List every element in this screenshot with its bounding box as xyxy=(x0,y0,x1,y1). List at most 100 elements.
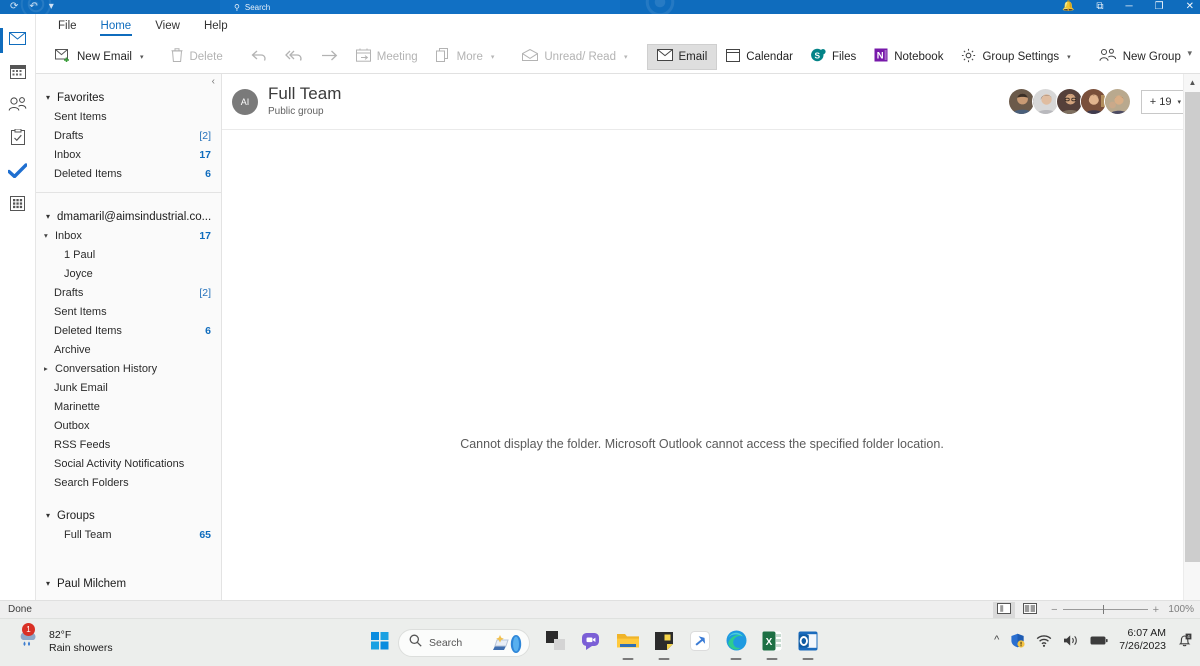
zoom-slider-thumb[interactable] xyxy=(1102,605,1105,614)
vertical-scrollbar[interactable]: ▲ ▼ xyxy=(1183,74,1200,618)
zoom-in-button[interactable]: + xyxy=(1153,604,1159,616)
notifications-icon[interactable]: 🔔 xyxy=(1062,2,1074,12)
outlook-button[interactable] xyxy=(790,625,826,661)
chevron-down-icon[interactable]: ▾ xyxy=(1187,48,1192,59)
rail-item-calendar[interactable] xyxy=(0,57,36,90)
zoom-out-button[interactable]: − xyxy=(1051,604,1057,616)
new-email-button[interactable]: New Email ▾ xyxy=(46,44,152,70)
security-shield-icon[interactable] xyxy=(1010,633,1025,648)
clock[interactable]: 6:07 AM 7/26/2023 xyxy=(1119,627,1166,653)
folder-group-account[interactable]: ▾ dmamaril@aimsindustrial.co... xyxy=(36,207,221,226)
folder-item-drafts[interactable]: Drafts [2] xyxy=(36,126,221,145)
sticky-notes-button[interactable] xyxy=(646,625,682,661)
notification-bell-icon[interactable]: 4 xyxy=(1177,633,1192,648)
wifi-icon[interactable] xyxy=(1036,634,1052,647)
folder-item-1-paul[interactable]: 1 Paul xyxy=(36,245,221,264)
weather-widget[interactable]: 1 82°F Rain showers xyxy=(18,623,113,655)
folder-item-outbox[interactable]: Outbox xyxy=(36,416,221,435)
chevron-down-icon[interactable]: ▾ xyxy=(44,231,53,240)
folder-item-archive[interactable]: Archive xyxy=(36,340,221,359)
rail-item-tasks[interactable] xyxy=(0,123,36,156)
taskbar-search[interactable]: Search xyxy=(398,629,530,657)
chevron-down-icon[interactable]: ▾ xyxy=(140,53,144,61)
chevron-left-icon[interactable]: ‹ xyxy=(212,74,215,90)
windows-start-button[interactable] xyxy=(362,625,398,661)
rail-item-more-apps[interactable] xyxy=(0,189,36,222)
folder-item-inbox[interactable]: Inbox 17 xyxy=(36,145,221,164)
folder-item-drafts[interactable]: Drafts [2] xyxy=(36,283,221,302)
tab-file[interactable]: File xyxy=(48,18,87,36)
folder-item-search-folders[interactable]: Search Folders xyxy=(36,473,221,492)
member-avatar-5[interactable] xyxy=(1103,88,1131,115)
restore-layout-icon[interactable]: ⧉ xyxy=(1096,2,1103,12)
volume-icon[interactable] xyxy=(1063,634,1079,647)
chevron-down-icon: ▾ xyxy=(46,93,51,102)
battery-icon[interactable] xyxy=(1090,635,1108,646)
show-hidden-icons-icon[interactable]: ^ xyxy=(994,634,999,646)
search-input[interactable]: ⚲ Search xyxy=(220,0,620,14)
files-button[interactable]: S Files xyxy=(802,44,865,70)
copilot-icon[interactable] xyxy=(491,632,525,661)
rail-item-mail[interactable] xyxy=(0,24,36,57)
folder-item-joyce[interactable]: Joyce xyxy=(36,264,221,283)
task-view-button[interactable] xyxy=(538,625,574,661)
sync-icon[interactable]: ⟳ xyxy=(10,2,18,12)
email-view-button[interactable]: Email xyxy=(646,43,718,70)
new-group-button[interactable]: New Group xyxy=(1090,44,1190,70)
folder-group-groups[interactable]: ▾ Groups xyxy=(36,506,221,525)
excel-button[interactable]: X xyxy=(754,625,790,661)
meeting-button[interactable]: Meeting xyxy=(347,44,427,70)
chevron-right-icon[interactable]: ▸ xyxy=(44,364,53,373)
folder-item-deleted-items[interactable]: Deleted Items 6 xyxy=(36,164,221,183)
folder-item-sent-items[interactable]: Sent Items xyxy=(36,107,221,126)
member-avatar-1[interactable] xyxy=(1007,88,1035,115)
chevron-down-icon[interactable]: ▾ xyxy=(624,53,628,61)
folder-group-paul-milchem[interactable]: ▾ Paul Milchem xyxy=(36,574,221,593)
folder-item-sent-items[interactable]: Sent Items xyxy=(36,302,221,321)
close-icon[interactable]: ✕ xyxy=(1186,2,1194,12)
chat-teams-button[interactable] xyxy=(574,625,610,661)
forward-button[interactable] xyxy=(312,44,347,70)
qat-more-icon[interactable]: ▾ xyxy=(49,2,54,12)
folder-item-social-activity-notifications[interactable]: Social Activity Notifications xyxy=(36,454,221,473)
more-button[interactable]: More ▾ xyxy=(427,44,504,70)
members-overflow-label: + 19 xyxy=(1149,95,1172,108)
member-avatar-4[interactable] xyxy=(1079,88,1107,115)
rail-item-people[interactable] xyxy=(0,90,36,123)
minimize-icon[interactable]: ─ xyxy=(1126,2,1133,12)
vertical-scroll-thumb[interactable] xyxy=(1185,92,1200,562)
reply-all-button[interactable] xyxy=(276,44,312,70)
normal-view-button[interactable] xyxy=(993,601,1016,618)
folder-item-full-team[interactable]: Full Team 65 xyxy=(36,525,221,544)
folder-item-deleted-items[interactable]: Deleted Items 6 xyxy=(36,321,221,340)
folder-item-marinette[interactable]: Marinette xyxy=(36,397,221,416)
zoom-slider[interactable] xyxy=(1062,605,1148,614)
edge-button[interactable] xyxy=(718,625,754,661)
rail-item-todo[interactable] xyxy=(0,156,36,189)
scroll-up-icon[interactable]: ▲ xyxy=(1184,74,1200,91)
folder-item-inbox[interactable]: ▾ Inbox 17 xyxy=(36,226,221,245)
member-avatar-3[interactable] xyxy=(1055,88,1083,115)
folder-item-conversation-history[interactable]: ▸ Conversation History xyxy=(36,359,221,378)
reply-button[interactable] xyxy=(242,44,276,70)
unread-read-button[interactable]: Unread/ Read ▾ xyxy=(513,44,636,70)
group-settings-button[interactable]: Group Settings ▾ xyxy=(952,44,1079,70)
chevron-down-icon[interactable]: ▾ xyxy=(491,53,495,61)
undo-icon[interactable]: ↶ xyxy=(29,2,37,12)
maximize-icon[interactable]: ❐ xyxy=(1155,2,1164,12)
notebook-button[interactable]: N Notebook xyxy=(865,44,952,70)
file-explorer-button[interactable] xyxy=(610,625,646,661)
calendar-view-button[interactable]: Calendar xyxy=(717,44,802,70)
member-avatar-2[interactable] xyxy=(1031,88,1059,115)
folder-group-favorites[interactable]: ▾ Favorites xyxy=(36,88,221,107)
snip-tool-button[interactable] xyxy=(682,625,718,661)
tab-home[interactable]: Home xyxy=(91,18,142,36)
tab-help[interactable]: Help xyxy=(194,18,238,36)
folder-item-junk-email[interactable]: Junk Email xyxy=(36,378,221,397)
folder-item-rss-feeds[interactable]: RSS Feeds xyxy=(36,435,221,454)
tab-view[interactable]: View xyxy=(145,18,190,36)
reading-view-button[interactable] xyxy=(1019,602,1041,618)
zoom-level[interactable]: 100% xyxy=(1164,604,1194,615)
chevron-down-icon[interactable]: ▾ xyxy=(1067,53,1071,61)
delete-button[interactable]: Delete xyxy=(162,44,231,70)
